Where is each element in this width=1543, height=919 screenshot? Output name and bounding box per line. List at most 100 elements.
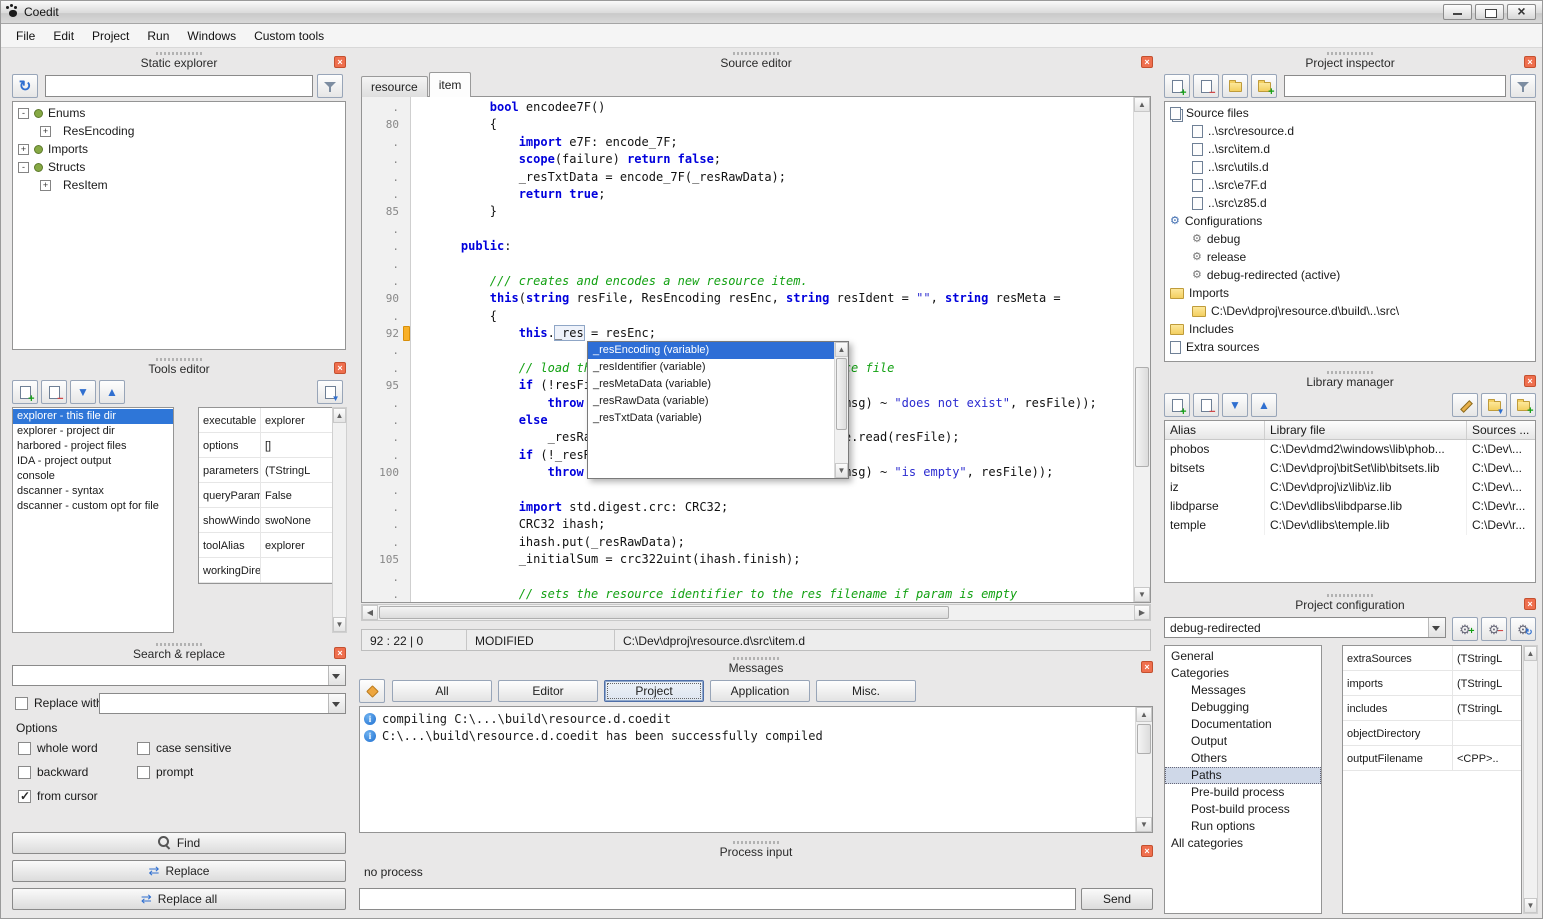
option-checkbox-row[interactable]: case sensitive (137, 741, 297, 755)
expander-icon[interactable]: - (18, 162, 29, 173)
category-item[interactable]: Pre-build process (1165, 784, 1321, 801)
editor-horizontal-scrollbar[interactable] (361, 604, 1151, 621)
table-row[interactable]: iz C:\Dev\dproj\iz\lib\iz.lib C:\Dev\... (1165, 478, 1535, 497)
panel-grip[interactable] (156, 643, 202, 646)
completion-scrollbar[interactable] (834, 342, 848, 478)
message-filter-button[interactable]: Application (710, 680, 810, 702)
panel-close-icon[interactable] (1141, 845, 1153, 857)
property-value[interactable]: (TStringL (261, 458, 334, 482)
project-tree-item[interactable]: ..\src\resource.d (1165, 122, 1535, 140)
category-item[interactable]: Messages (1165, 682, 1321, 699)
project-tree-item[interactable]: release (1165, 248, 1535, 266)
property-value[interactable]: [] (261, 433, 334, 457)
scroll-thumb[interactable] (1135, 367, 1149, 467)
log-line[interactable]: C:\...\build\resource.d.coedit has been … (360, 727, 1135, 744)
property-value[interactable]: (TStringL (1453, 671, 1521, 695)
tools-list-item[interactable]: IDA - project output (13, 454, 173, 469)
project-tree-item[interactable]: ..\src\e7F.d (1165, 176, 1535, 194)
table-row[interactable]: libdparse C:\Dev\dlibs\libdparse.lib C:\… (1165, 497, 1535, 516)
library-move-down-button[interactable] (1222, 393, 1248, 417)
project-tree-item[interactable]: Imports (1165, 284, 1535, 302)
project-tree-item[interactable]: ..\src\utils.d (1165, 158, 1535, 176)
add-configuration-button[interactable] (1452, 617, 1478, 641)
expander-icon[interactable]: + (40, 180, 51, 191)
category-item[interactable]: All categories (1165, 835, 1321, 852)
property-value[interactable] (261, 558, 334, 582)
property-value[interactable]: (TStringL (1453, 646, 1521, 670)
tree-item[interactable]: + ResItem (13, 176, 345, 194)
option-checkbox-row[interactable]: backward (18, 765, 137, 779)
message-filter-button[interactable]: All (392, 680, 492, 702)
remove-configuration-button[interactable] (1481, 617, 1507, 641)
column-header[interactable]: Library file (1265, 421, 1467, 439)
tools-list-item[interactable]: console (13, 469, 173, 484)
category-item[interactable]: Debugging (1165, 699, 1321, 716)
option-checkbox-row[interactable]: from cursor (18, 789, 137, 803)
expander-icon[interactable]: + (40, 126, 51, 137)
panel-close-icon[interactable] (334, 362, 346, 374)
project-tree-item[interactable]: Configurations (1165, 212, 1535, 230)
library-open-file-button[interactable] (1481, 393, 1507, 417)
checkbox[interactable] (18, 790, 31, 803)
tools-list-item[interactable]: dscanner - syntax (13, 484, 173, 499)
tools-list-item[interactable]: harbored - project files (13, 439, 173, 454)
panel-close-icon[interactable] (1141, 661, 1153, 673)
inspector-filter-button[interactable] (1510, 74, 1536, 98)
close-button[interactable] (1507, 4, 1536, 20)
replace-with-checkbox[interactable] (15, 697, 28, 710)
replace-button[interactable]: Replace (12, 860, 346, 882)
tools-list-item[interactable]: explorer - this file dir (13, 409, 173, 424)
menu-item[interactable]: File (7, 25, 44, 47)
panel-close-icon[interactable] (1524, 56, 1536, 68)
send-button[interactable]: Send (1081, 888, 1153, 910)
scroll-right-icon[interactable] (1134, 605, 1150, 620)
category-item[interactable]: Documentation (1165, 716, 1321, 733)
library-edit-button[interactable] (1452, 393, 1478, 417)
filter-button[interactable] (317, 74, 343, 98)
scroll-up-icon[interactable] (1134, 97, 1150, 112)
property-value[interactable]: (TStringL (1453, 696, 1521, 720)
scroll-up-icon[interactable] (835, 342, 848, 357)
replace-combo[interactable] (99, 693, 346, 714)
tools-list-item[interactable]: explorer - project dir (13, 424, 173, 439)
project-tree-item[interactable]: debug-redirected (active) (1165, 266, 1535, 284)
process-input-field[interactable] (359, 888, 1076, 910)
editor-vertical-scrollbar[interactable] (1133, 97, 1150, 602)
checkbox[interactable] (137, 766, 150, 779)
category-item[interactable]: Output (1165, 733, 1321, 750)
add-source-button[interactable] (1164, 74, 1190, 98)
panel-close-icon[interactable] (334, 647, 346, 659)
scroll-down-icon[interactable] (1134, 587, 1150, 602)
minimize-button[interactable] (1443, 4, 1472, 20)
property-value[interactable]: swoNone (261, 508, 334, 532)
option-checkbox-row[interactable]: prompt (137, 765, 297, 779)
message-filter-button[interactable]: Misc. (816, 680, 916, 702)
project-tree-item[interactable]: debug (1165, 230, 1535, 248)
checkbox[interactable] (137, 742, 150, 755)
combo-dropdown-zone[interactable] (328, 666, 345, 685)
panel-grip[interactable] (1327, 52, 1373, 55)
scroll-down-icon[interactable] (1136, 817, 1152, 832)
column-header[interactable]: Alias (1165, 421, 1265, 439)
messages-log[interactable]: compiling C:\...\build\resource.d.coedit… (360, 707, 1135, 832)
project-tree-item[interactable]: Source files (1165, 104, 1535, 122)
scroll-down-icon[interactable] (333, 617, 346, 632)
configuration-selector[interactable]: debug-redirected (1164, 617, 1446, 638)
scroll-up-icon[interactable] (1136, 707, 1152, 722)
property-value[interactable]: False (261, 483, 334, 507)
inspector-filter-input[interactable] (1284, 75, 1506, 97)
scroll-up-icon[interactable] (1524, 646, 1537, 661)
add-folder-button[interactable] (1222, 74, 1248, 98)
add-folder-sources-button[interactable] (1251, 74, 1277, 98)
completion-item[interactable]: _resRawData (variable) (588, 393, 834, 410)
find-button[interactable]: Find (12, 832, 346, 854)
project-tree-item[interactable]: ..\src\z85.d (1165, 194, 1535, 212)
replace-all-button[interactable]: Replace all (12, 888, 346, 910)
editor-tab[interactable]: item (429, 72, 472, 97)
editor-tab[interactable]: resource (361, 76, 428, 97)
library-remove-button[interactable] (1193, 393, 1219, 417)
property-value[interactable]: explorer (261, 408, 334, 432)
clone-configuration-button[interactable] (1510, 617, 1536, 641)
category-item[interactable]: Categories (1165, 665, 1321, 682)
completion-item[interactable]: _resTxtData (variable) (588, 410, 834, 427)
